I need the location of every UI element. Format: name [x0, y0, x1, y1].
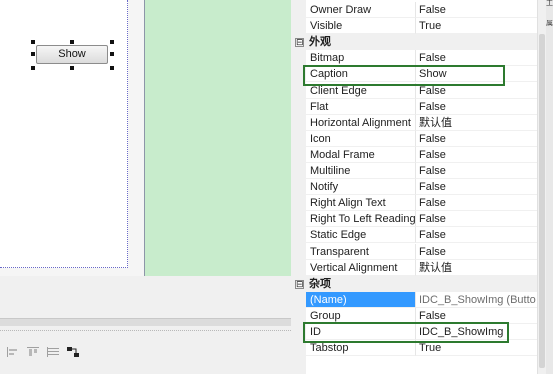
property-value[interactable]: False	[416, 211, 537, 228]
property-value[interactable]: True	[416, 18, 537, 35]
property-row[interactable]: Static Edge False	[291, 227, 537, 244]
id-highlight-box	[303, 322, 509, 343]
property-name: (Name)	[306, 291, 416, 308]
property-row[interactable]: Owner Draw False	[291, 2, 537, 18]
property-name: Owner Draw	[306, 2, 416, 18]
divider	[0, 330, 291, 331]
property-row[interactable]: (Name) IDC_B_ShowImg (Butto	[291, 291, 537, 308]
property-value[interactable]: IDC_B_ShowImg (Butto	[416, 292, 537, 308]
property-value[interactable]: False	[416, 227, 537, 244]
property-value[interactable]: False	[416, 179, 537, 196]
property-name: Modal Frame	[306, 146, 416, 163]
show-button[interactable]: Show	[36, 45, 108, 64]
scrollbar-thumb[interactable]	[539, 34, 545, 368]
caption-highlight-box	[303, 65, 505, 86]
side-tab-strip: 工 属	[546, 0, 553, 374]
property-row[interactable]: Right Align Text False	[291, 195, 537, 212]
property-value[interactable]: 默认值	[416, 115, 537, 131]
property-value[interactable]: False	[416, 244, 537, 260]
horizontal-scrollbar[interactable]	[0, 318, 291, 326]
property-row[interactable]: Flat False	[291, 98, 537, 115]
resize-handle-e[interactable]	[110, 52, 114, 56]
property-name: Visible	[306, 18, 416, 35]
properties-scrollbar[interactable]	[537, 0, 546, 374]
property-name: Flat	[306, 98, 416, 115]
layout-toolbar	[6, 345, 80, 359]
property-value[interactable]: False	[416, 147, 537, 163]
property-row[interactable]: Vertical Alignment 默认值	[291, 259, 537, 276]
property-row[interactable]: Visible True	[291, 18, 537, 35]
property-name: Right To Left Reading	[306, 211, 416, 228]
properties-grid[interactable]: Owner Draw False Visible True ⊟ 外观 Bitmap False…	[291, 0, 537, 374]
property-name: Transparent	[306, 243, 416, 260]
property-name: Icon	[306, 130, 416, 147]
property-row[interactable]: Bitmap False	[291, 50, 537, 67]
property-value[interactable]: False	[416, 131, 537, 147]
property-name: Static Edge	[306, 227, 416, 244]
property-value[interactable]: 默认值	[416, 260, 537, 276]
property-value[interactable]: False	[416, 50, 537, 67]
property-value[interactable]: False	[416, 2, 537, 18]
property-value[interactable]: False	[416, 99, 537, 115]
resize-handle-nw[interactable]	[31, 40, 35, 44]
resize-handle-se[interactable]	[110, 66, 114, 70]
resize-handle-n[interactable]	[70, 40, 74, 44]
property-category[interactable]: ⊟ 杂项	[291, 275, 537, 292]
property-row[interactable]: Transparent False	[291, 243, 537, 260]
property-value[interactable]: False	[416, 195, 537, 212]
resize-handle-sw[interactable]	[31, 66, 35, 70]
property-name: Notify	[306, 179, 416, 196]
property-row[interactable]: Icon False	[291, 130, 537, 147]
property-row[interactable]: Horizontal Alignment 默认值	[291, 114, 537, 131]
property-name: Bitmap	[306, 50, 416, 67]
align-top-icon[interactable]	[26, 346, 40, 358]
dialog-canvas[interactable]	[0, 0, 128, 268]
test-dialog-icon[interactable]	[66, 346, 80, 358]
picture-control-area[interactable]	[144, 0, 291, 276]
collapse-icon[interactable]: ⊟	[295, 279, 304, 289]
property-category[interactable]: ⊟ 外观	[291, 34, 537, 51]
property-name: Horizontal Alignment	[306, 114, 416, 131]
property-name: Right Align Text	[306, 195, 416, 212]
dialog-editor[interactable]: Show	[0, 0, 291, 374]
property-row[interactable]: Modal Frame False	[291, 146, 537, 163]
collapse-icon[interactable]: ⊟	[295, 38, 304, 48]
resize-handle-ne[interactable]	[110, 40, 114, 44]
side-tab-1[interactable]: 工	[546, 0, 553, 14]
category-label: 杂项	[309, 277, 331, 290]
align-left-icon[interactable]	[6, 346, 20, 358]
property-value[interactable]: False	[416, 163, 537, 179]
property-name: Multiline	[306, 163, 416, 179]
property-row[interactable]: Right To Left Reading False	[291, 211, 537, 228]
resize-handle-s[interactable]	[70, 66, 74, 70]
category-label: 外观	[309, 36, 331, 49]
property-row[interactable]: Notify False	[291, 179, 537, 196]
property-name: Vertical Alignment	[306, 259, 416, 276]
tab-order-icon[interactable]	[46, 346, 60, 358]
canvas-gap	[128, 0, 144, 276]
resize-handle-w[interactable]	[31, 52, 35, 56]
property-row[interactable]: Multiline False	[291, 163, 537, 179]
side-tab-2[interactable]: 属	[546, 20, 553, 34]
